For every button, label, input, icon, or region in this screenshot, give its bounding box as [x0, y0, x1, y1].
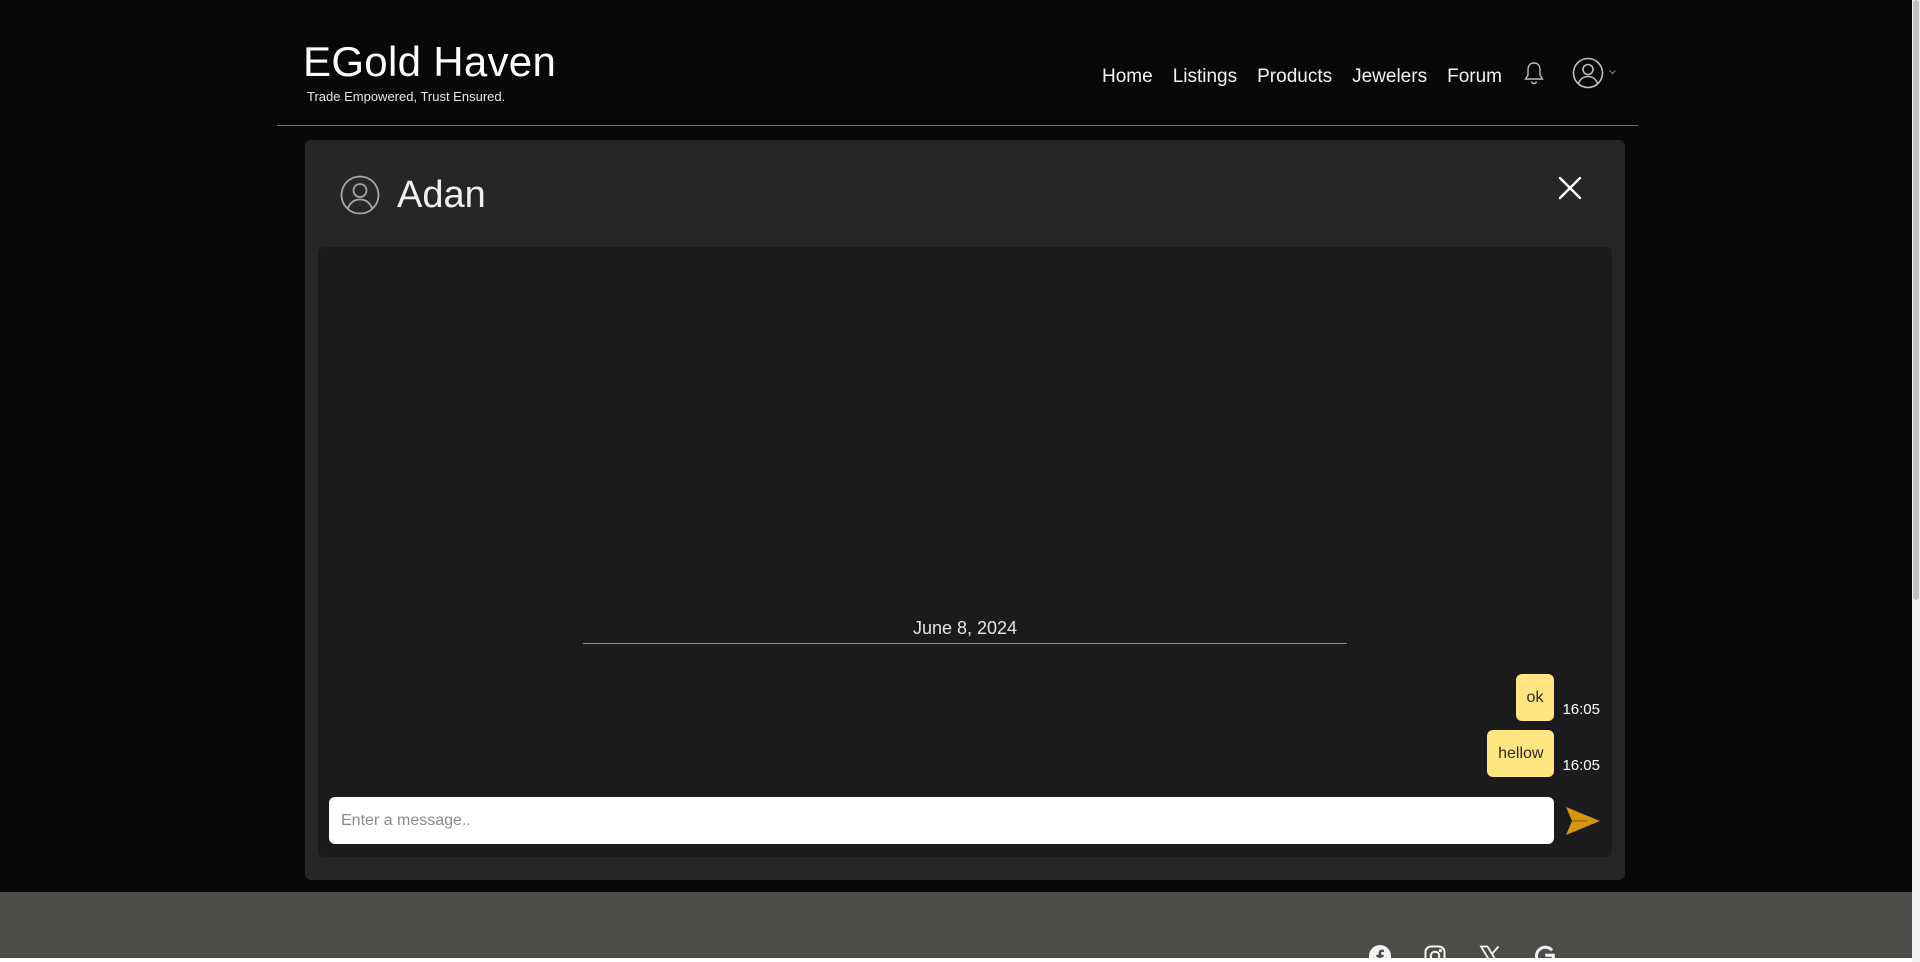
date-separator-line: [583, 643, 1347, 644]
message-time: 16:05: [1562, 701, 1600, 718]
nav-jewelers[interactable]: Jewelers: [1352, 66, 1427, 88]
chat-panel: Adan June 8, 2024 ok 16:05 hellow 16:05: [305, 140, 1625, 880]
nav-home[interactable]: Home: [1102, 66, 1153, 88]
message-bubble: hellow: [1487, 730, 1555, 777]
facebook-icon[interactable]: [1368, 944, 1392, 958]
nav-products[interactable]: Products: [1257, 66, 1332, 88]
site-header: EGold Haven Trade Empowered, Trust Ensur…: [277, 0, 1638, 126]
user-circle-icon: [340, 175, 380, 215]
nav-forum[interactable]: Forum: [1447, 66, 1502, 88]
scrollbar-thumb[interactable]: [1913, 0, 1919, 600]
page: EGold Haven Trade Empowered, Trust Ensur…: [0, 0, 1912, 958]
message-input[interactable]: [329, 797, 1554, 844]
site-footer: [0, 892, 1912, 958]
message-row: ok 16:05: [1515, 674, 1600, 721]
account-icon[interactable]: [1572, 57, 1604, 89]
chevron-down-icon[interactable]: [1608, 68, 1617, 76]
chat-message-area[interactable]: June 8, 2024 ok 16:05 hellow 16:05: [318, 247, 1612, 857]
main-nav: Home Listings Products Jewelers Forum: [1102, 66, 1502, 88]
brand-tagline: Trade Empowered, Trust Ensured.: [307, 89, 506, 104]
bell-icon[interactable]: [1522, 60, 1546, 86]
send-icon[interactable]: [1565, 806, 1601, 836]
message-bubble: ok: [1515, 674, 1555, 721]
page-scrollbar[interactable]: [1912, 0, 1920, 962]
google-icon[interactable]: [1533, 944, 1557, 958]
message-time: 16:05: [1562, 757, 1600, 774]
instagram-icon[interactable]: [1423, 944, 1447, 958]
x-icon[interactable]: [1478, 944, 1502, 958]
social-links: [1368, 944, 1557, 958]
date-separator-label: June 8, 2024: [912, 618, 1018, 638]
brand-title[interactable]: EGold Haven: [303, 38, 556, 86]
chat-user-name: Adan: [397, 174, 486, 216]
close-icon[interactable]: [1557, 175, 1583, 201]
nav-listings[interactable]: Listings: [1173, 66, 1237, 88]
message-row: hellow 16:05: [1487, 730, 1600, 777]
